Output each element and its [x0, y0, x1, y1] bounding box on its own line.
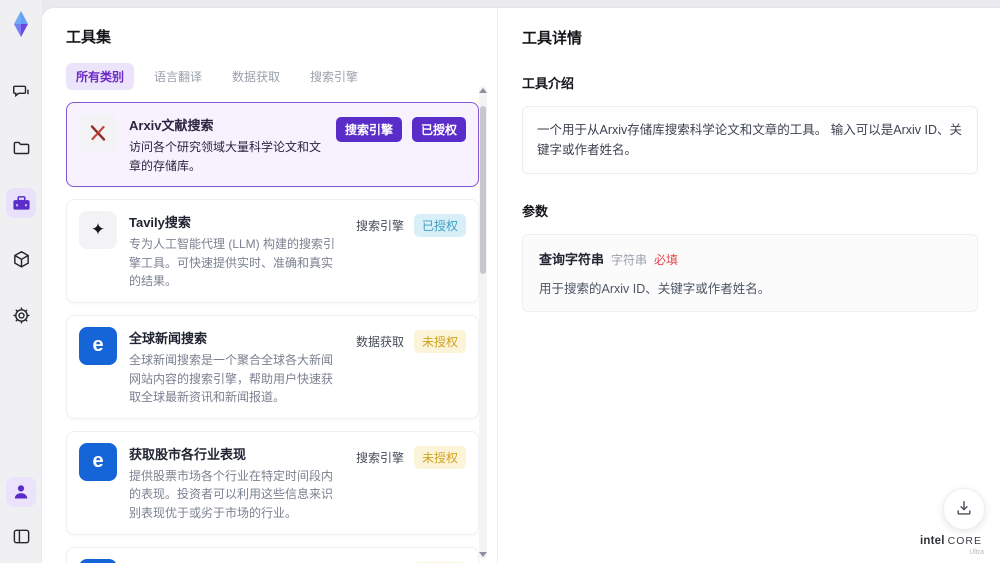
category-badge: 数据获取 [355, 334, 404, 349]
scroll-up-arrow-icon[interactable] [479, 88, 487, 93]
tool-name: Arxiv文献搜索 [129, 118, 214, 133]
status-badge: 已授权 [411, 117, 466, 142]
param-list: 查询字符串 字符串 必填 用于搜索的Arxiv ID、关键字或作者姓名。 [522, 234, 978, 312]
tool-description: 提供股票市场各个行业在特定时间段内的表现。投资者可以利用这些信息来识别表现优于或… [129, 468, 334, 520]
category-tab[interactable]: 所有类别 [66, 63, 135, 90]
tool-description: 全球新闻搜索是一个聚合全球各大新闻网站内容的搜索引擎，帮助用户快速获取全球最新资… [129, 352, 334, 405]
efinance-icon: e [79, 558, 117, 563]
param-type: 字符串 [611, 253, 648, 267]
tool-description: 访问各个研究领域大量科学论文和文章的存储库。 [129, 140, 322, 173]
scrollbar[interactable] [479, 86, 487, 559]
param-name: 查询字符串 [539, 252, 605, 267]
status-badge: 未授权 [413, 329, 466, 353]
tool-card[interactable]: e 获取股市各行业表现 提供股票市场各个行业在特定时间段内的表现。投资者可以利用… [66, 430, 479, 535]
gear-icon [12, 306, 31, 325]
folder-icon [12, 138, 31, 157]
tool-name: Tavily搜索 [129, 215, 191, 231]
category-tab[interactable]: 语言翻译 [144, 63, 212, 90]
efinance-icon: e [79, 326, 117, 365]
download-button[interactable] [943, 488, 985, 530]
category-badge: 搜索引擎 [355, 219, 404, 234]
tavily-icon: ✦ [79, 211, 117, 250]
panel-toggle-icon [12, 527, 31, 546]
sidebar-item-models[interactable] [6, 244, 36, 274]
sidebar-bottom [6, 477, 36, 551]
category-badge: 搜索引擎 [355, 450, 404, 465]
scrollbar-thumb[interactable] [480, 106, 486, 274]
main-panel: 工具集 所有类别 语言翻译 数据获取 搜索引擎 Arxiv文献搜索 访问各个研究… [42, 8, 1000, 563]
details-panel: 工具详情 工具介绍 一个用于从Arxiv存储库搜索科学论文和文章的工具。 输入可… [498, 8, 1000, 563]
tool-name: 获取股市各行业表现 [129, 446, 247, 462]
tool-list: Arxiv文献搜索 访问各个研究领域大量科学论文和文章的存储库。 搜索引擎 已授… [66, 102, 479, 563]
status-badge: 已授权 [413, 214, 466, 238]
tools-panel: 工具集 所有类别 语言翻译 数据获取 搜索引擎 Arxiv文献搜索 访问各个研究… [42, 8, 498, 563]
sidebar-item-profile[interactable] [6, 477, 36, 507]
chat-icon [12, 82, 31, 101]
param-required-badge: 必填 [654, 253, 679, 267]
sidebar-item-collapse[interactable] [6, 521, 36, 551]
intel-core-logo: intel CORE Ultra [920, 534, 984, 557]
details-title: 工具详情 [522, 30, 583, 47]
sidebar-nav [6, 76, 36, 330]
page-title: 工具集 [66, 29, 112, 46]
param-description: 用于搜索的Arxiv ID、关键字或作者姓名。 [539, 282, 771, 296]
cube-icon [12, 250, 31, 269]
scroll-down-arrow-icon[interactable] [479, 552, 487, 557]
tool-card[interactable]: Arxiv文献搜索 访问各个研究领域大量科学论文和文章的存储库。 搜索引擎 已授… [66, 102, 479, 188]
tool-name: 获取市场最活跃股票信息 [129, 560, 344, 563]
efinance-icon: e [79, 442, 117, 481]
category-tab[interactable]: 数据获取 [222, 63, 290, 90]
sidebar-item-settings[interactable] [6, 300, 36, 330]
intro-text: 一个用于从Arxiv存储库搜索科学论文和文章的工具。 输入可以是Arxiv ID… [537, 123, 963, 157]
tool-card[interactable]: ✦ Tavily搜索 专为人工智能代理 (LLM) 构建的搜索引擎工具。可快速提… [66, 199, 479, 303]
category-badge: 搜索引擎 [335, 117, 402, 142]
params-heading: 参数 [522, 204, 549, 219]
sidebar [0, 0, 42, 563]
tool-description: 专为人工智能代理 (LLM) 构建的搜索引擎工具。可快速提供实时、准确和真实的结… [129, 237, 336, 289]
sidebar-item-files[interactable] [6, 132, 36, 162]
app-logo [7, 10, 35, 38]
arxiv-icon [79, 114, 117, 152]
sidebar-item-tools[interactable] [6, 188, 36, 218]
download-icon [954, 498, 974, 521]
category-tabs: 所有类别 语言翻译 数据获取 搜索引擎 [66, 63, 479, 90]
param-card: 查询字符串 字符串 必填 用于搜索的Arxiv ID、关键字或作者姓名。 [522, 234, 978, 312]
tool-card[interactable]: e 全球新闻搜索 全球新闻搜索是一个聚合全球各大新闻网站内容的搜索引擎，帮助用户… [66, 314, 479, 419]
user-icon [12, 483, 30, 501]
category-tab[interactable]: 搜索引擎 [300, 63, 368, 90]
intro-card: 一个用于从Arxiv存储库搜索科学论文和文章的工具。 输入可以是Arxiv ID… [522, 106, 978, 174]
status-badge: 未授权 [413, 445, 466, 469]
sidebar-item-chat[interactable] [6, 76, 36, 106]
tool-name: 全球新闻搜索 [129, 330, 208, 346]
toolbox-icon [12, 194, 31, 213]
tool-card[interactable]: e 获取市场最活跃股票信息 提供当天交易量最高的股票列表，投资者可以利用这些信息… [66, 546, 479, 563]
intro-heading: 工具介绍 [522, 76, 575, 91]
